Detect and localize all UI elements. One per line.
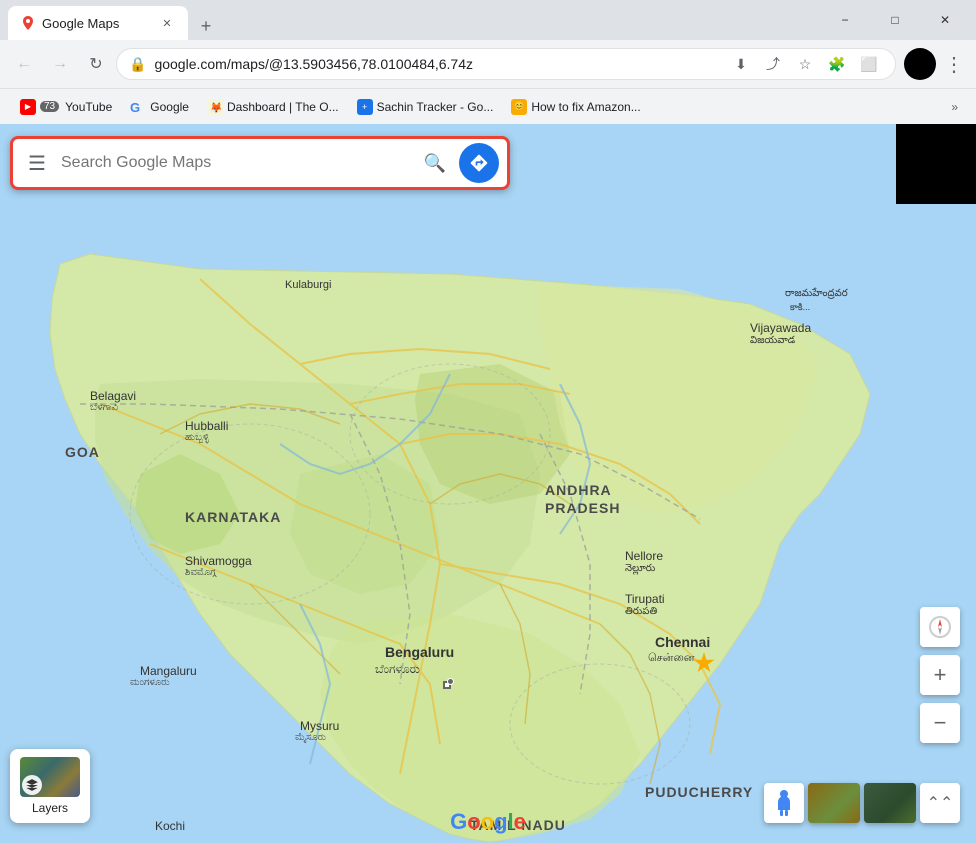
- youtube-badge: 73: [40, 101, 59, 112]
- navigation-bar: ← → ↻ 🔒 google.com/maps/@13.5903456,78.0…: [0, 40, 976, 88]
- map-controls-right: + −: [920, 607, 960, 743]
- google-logo-e: e: [514, 809, 526, 834]
- google-logo-g: G: [450, 809, 467, 834]
- expand-button[interactable]: ⌃⌃: [920, 783, 960, 823]
- title-bar: Google Maps ✕ + − □ ✕: [0, 0, 976, 40]
- satellite-view-button[interactable]: [864, 783, 916, 823]
- extension-icon[interactable]: 🧩: [823, 50, 851, 78]
- layers-thumbnail: [20, 757, 80, 797]
- bookmarks-bar: 73 YouTube G Google 🦊 Dashboard | The O.…: [0, 88, 976, 124]
- address-text: google.com/maps/@13.5903456,78.0100484,6…: [154, 56, 719, 72]
- tab-title: Google Maps: [42, 16, 152, 31]
- google-logo-o1: o: [467, 809, 480, 834]
- map-svg: [0, 124, 976, 843]
- compass-button[interactable]: [920, 607, 960, 647]
- svg-text:G: G: [130, 100, 140, 115]
- bengaluru-marker: [447, 678, 454, 685]
- dashboard-favicon: 🦊: [207, 99, 223, 115]
- pegman-button[interactable]: [764, 783, 804, 823]
- address-bar[interactable]: 🔒 google.com/maps/@13.5903456,78.0100484…: [116, 48, 896, 80]
- close-button[interactable]: ✕: [922, 4, 968, 36]
- search-bar: ☰ 🔍: [10, 136, 510, 190]
- dashboard-label: Dashboard | The O...: [227, 100, 339, 114]
- bookmark-amazon[interactable]: 😊 How to fix Amazon...: [503, 95, 648, 119]
- bookmark-google[interactable]: G Google: [122, 95, 197, 119]
- black-overlay: [896, 124, 976, 204]
- terrain-view-button[interactable]: [808, 783, 860, 823]
- maximize-button[interactable]: □: [872, 4, 918, 36]
- tab-favicon: [20, 15, 36, 31]
- profile-avatar[interactable]: [904, 48, 936, 80]
- bookmark-youtube[interactable]: 73 YouTube: [12, 95, 120, 119]
- chennai-pin: [693, 652, 715, 674]
- split-view-icon[interactable]: ⬜: [855, 50, 883, 78]
- window-controls: − □ ✕: [822, 4, 968, 36]
- pin-star: [693, 652, 715, 674]
- bookmark-icon[interactable]: ☆: [791, 50, 819, 78]
- google-label: Google: [150, 100, 189, 114]
- tab-close-button[interactable]: ✕: [158, 14, 176, 32]
- bookmark-dashboard[interactable]: 🦊 Dashboard | The O...: [199, 95, 347, 119]
- search-input[interactable]: [61, 154, 411, 172]
- map-container: GOA KARNATAKA ANDHRA PRADESH TAMIL NADU …: [0, 124, 976, 843]
- bottom-controls: ⌃⌃: [764, 783, 960, 823]
- download-icon[interactable]: ⬇: [727, 50, 755, 78]
- search-overlay: ☰ 🔍: [10, 136, 510, 190]
- layers-button[interactable]: Layers: [10, 749, 90, 823]
- active-tab[interactable]: Google Maps ✕: [8, 6, 188, 40]
- bookmark-sachin[interactable]: + Sachin Tracker - Go...: [349, 95, 502, 119]
- address-actions: ⬇ ⤴ ☆ 🧩 ⬜: [727, 50, 883, 78]
- more-options-button[interactable]: ⋮: [940, 52, 968, 77]
- lock-icon: 🔒: [129, 56, 146, 73]
- new-tab-button[interactable]: +: [192, 12, 220, 40]
- google-logo-g2: g: [494, 809, 507, 834]
- zoom-in-button[interactable]: +: [920, 655, 960, 695]
- youtube-favicon: [20, 99, 36, 115]
- google-logo: Google: [450, 809, 526, 835]
- hamburger-menu-button[interactable]: ☰: [21, 147, 53, 179]
- forward-button[interactable]: →: [44, 48, 76, 80]
- amazon-favicon: 😊: [511, 99, 527, 115]
- sachin-label: Sachin Tracker - Go...: [377, 100, 494, 114]
- map-background: GOA KARNATAKA ANDHRA PRADESH TAMIL NADU …: [0, 124, 976, 843]
- browser-window: Google Maps ✕ + − □ ✕ ← → ↻ 🔒 google.com…: [0, 0, 976, 124]
- back-button[interactable]: ←: [8, 48, 40, 80]
- zoom-out-button[interactable]: −: [920, 703, 960, 743]
- svg-text:🦊: 🦊: [210, 102, 222, 114]
- tab-strip: Google Maps ✕ +: [8, 0, 814, 40]
- google-logo-o2: o: [481, 809, 494, 834]
- amazon-label: How to fix Amazon...: [531, 100, 640, 114]
- share-icon[interactable]: ⤴: [759, 50, 787, 78]
- layers-label: Layers: [32, 801, 68, 815]
- search-button[interactable]: 🔍: [419, 147, 451, 179]
- sachin-favicon: +: [357, 99, 373, 115]
- youtube-label: YouTube: [65, 100, 112, 114]
- directions-button[interactable]: [459, 143, 499, 183]
- minimize-button[interactable]: −: [822, 4, 868, 36]
- more-bookmarks-button[interactable]: »: [945, 96, 964, 118]
- layers-icon-overlay: [22, 775, 42, 795]
- google-favicon: G: [130, 99, 146, 115]
- refresh-button[interactable]: ↻: [80, 48, 112, 80]
